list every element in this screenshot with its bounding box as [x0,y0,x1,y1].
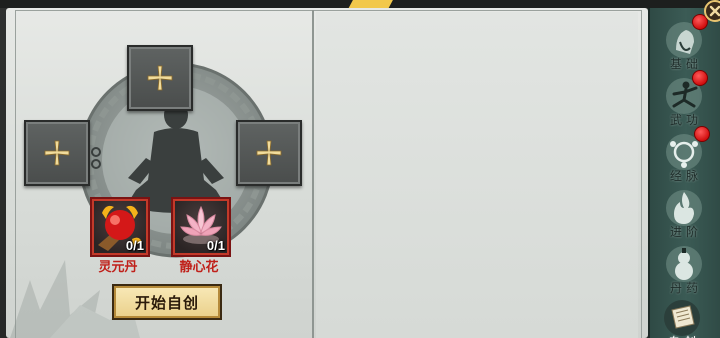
scroll-icon [664,300,700,336]
item-name: 灵元丹 [98,260,138,275]
plus-icon [256,140,282,166]
panel-divider [312,10,314,338]
plus-icon [44,140,70,166]
game-screen: 0/1 灵元丹 0/1 静心花 开始自创 基础 武功 经脉 进阶 丹药 [0,0,720,338]
sidebar-item-advance[interactable]: 进阶 [656,186,712,240]
sidebar-item-self-create[interactable]: 自创 [654,296,710,338]
ingredient-slot-left[interactable] [24,120,90,186]
ingredient-item-jingxinhua[interactable]: 0/1 [171,197,231,257]
close-button[interactable] [704,0,720,22]
ingredient-slot-top[interactable] [127,45,193,111]
notification-badge [694,126,710,142]
ingredient-slot-right[interactable] [236,120,302,186]
sidebar-item-label: 武功 [669,113,702,127]
close-icon [709,5,720,17]
sidebar-item-label: 进阶 [669,225,702,239]
sidebar-item-label: 经脉 [669,169,702,183]
item-count: 0/1 [206,238,225,253]
gourd-icon [666,246,702,282]
detail-area [316,12,638,338]
item-count: 0/1 [125,238,144,253]
start-create-button[interactable]: 开始自创 [112,284,222,320]
flame-icon [666,190,702,226]
sidebar-item-label: 丹药 [669,281,702,295]
sidebar-item-label: 基础 [669,57,702,71]
sidebar-item-medicine[interactable]: 丹药 [656,242,712,296]
ingredient-item-lingyuandan[interactable]: 0/1 [90,197,150,257]
plus-icon [147,65,173,91]
sidebar-item-label: 自创 [654,333,714,338]
item-name: 静心花 [179,260,219,275]
notification-badge [692,70,708,86]
sidebar: 基础 武功 经脉 进阶 丹药 [648,8,720,338]
